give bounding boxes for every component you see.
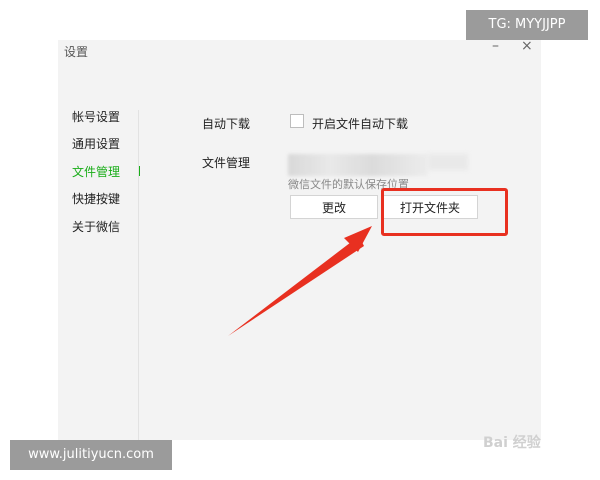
site-badge: www.julitiyucn.com <box>10 440 172 470</box>
tg-badge: TG: MYYJJPP <box>466 10 588 40</box>
annotation-arrow-icon <box>228 226 372 336</box>
